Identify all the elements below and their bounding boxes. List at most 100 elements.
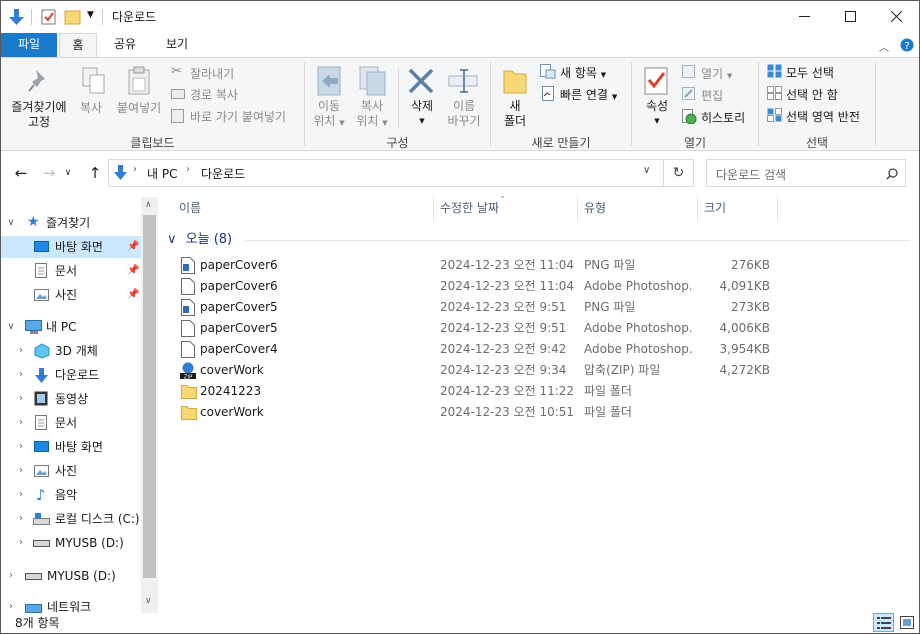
pin-label-line1: 즐겨찾기에 [11, 100, 67, 114]
minimize-icon [799, 16, 810, 17]
file-row[interactable]: paperCover5 2024-12-23 오전 9:51 PNG 파일 27… [177, 297, 777, 318]
nav-qa-documents[interactable]: 문서 📌 [1, 260, 141, 282]
tab-view[interactable]: 보기 [157, 33, 197, 57]
open-button[interactable]: 열기 ▼ [701, 65, 732, 82]
new-folder-button[interactable]: 새 폴더 [500, 99, 530, 129]
minimize-button[interactable] [781, 1, 827, 32]
scroll-down-icon[interactable]: ∨ [145, 596, 152, 606]
tab-share[interactable]: 공유 [105, 33, 145, 57]
copy-button[interactable]: 복사 [80, 99, 102, 116]
back-button[interactable]: ← [10, 161, 32, 185]
nav-local-disk[interactable]: › 로컬 디스크 (C:) [1, 508, 141, 530]
nav-myusb[interactable]: › MYUSB (D:) [1, 565, 141, 587]
customize-dropdown-icon[interactable]: ▼ [87, 10, 94, 20]
select-none-button[interactable]: 선택 안 함 [786, 86, 838, 103]
new-item-button[interactable]: 새 항목 ▼ [560, 64, 606, 81]
new-group-label: 새로 만들기 [531, 136, 591, 150]
file-name: paperCover5 [200, 300, 278, 314]
column-header-name[interactable]: 이름 [179, 197, 201, 221]
back-arrow-icon: ← [14, 164, 28, 182]
address-bar[interactable]: › 내 PC › 다운로드 ∨ [108, 159, 664, 187]
nav-downloads[interactable]: › 다운로드 [1, 364, 141, 386]
invert-selection-button[interactable]: 선택 영역 반전 [786, 108, 860, 125]
forward-button[interactable]: → [38, 161, 60, 185]
scroll-up-icon[interactable]: ∧ [145, 200, 152, 210]
file-row[interactable]: paperCover4 2024-12-23 오전 9:42 Adobe Pho… [177, 339, 777, 360]
file-type: Adobe Photoshop... [584, 279, 694, 293]
new-folder-icon[interactable] [64, 8, 81, 25]
refresh-button[interactable]: ↻ [664, 159, 694, 187]
file-row[interactable]: 20241223 2024-12-23 오전 11:22 파일 폴더 [177, 381, 777, 402]
file-row[interactable]: coverWork 2024-12-23 오전 10:51 파일 폴더 [177, 402, 777, 423]
nav-quick-access[interactable]: ∨ ★ 즐겨찾기 [1, 212, 141, 234]
details-view-button[interactable] [873, 613, 894, 632]
column-header-date[interactable]: 수정한 날짜 [440, 197, 499, 221]
search-input[interactable]: 다운로드 검색 [716, 166, 786, 183]
file-type: PNG 파일 [584, 300, 636, 314]
search-box[interactable]: 다운로드 검색 [706, 159, 906, 187]
large-icons-view-button[interactable] [897, 613, 917, 632]
pin-small-icon[interactable]: 📌 [127, 236, 139, 258]
nav-myusb-pc[interactable]: › MYUSB (D:) [1, 532, 141, 554]
nav-music[interactable]: › ♪ 음악 [1, 484, 141, 506]
nav-network[interactable]: › 네트워크 [1, 596, 141, 613]
cut-button[interactable]: 잘라내기 [190, 65, 234, 82]
nav-pictures[interactable]: › 사진 [1, 460, 141, 482]
nav-3d-objects[interactable]: › 3D 개체 [1, 340, 141, 362]
svg-text:ZIP: ZIP [184, 374, 193, 379]
help-icon[interactable]: ? [900, 38, 914, 52]
select-group-label: 선택 [805, 136, 829, 150]
nav-qa-pictures[interactable]: 사진 📌 [1, 284, 141, 306]
collapsed-chevron-icon: › [19, 369, 23, 380]
desktop-icon [34, 241, 49, 252]
collapsed-chevron-icon: › [19, 345, 23, 356]
move-to-button[interactable]: 이동 위치 ▼ [313, 99, 345, 131]
address-dropdown-icon[interactable]: ∨ [643, 165, 650, 176]
file-row[interactable]: paperCover6 2024-12-23 오전 11:04 PNG 파일 2… [177, 255, 777, 276]
copy-path-button[interactable]: 경로 복사 [190, 86, 238, 103]
column-header-type[interactable]: 유형 [584, 197, 606, 221]
close-button[interactable] [873, 1, 919, 32]
rename-button[interactable]: 이름 바꾸기 [445, 99, 483, 129]
pin-small-icon[interactable]: 📌 [127, 284, 139, 306]
maximize-button[interactable] [827, 1, 873, 32]
scroll-thumb[interactable] [143, 215, 156, 578]
copyto-label-line1: 복사 [360, 99, 384, 113]
copy-to-button[interactable]: 복사 위치 ▼ [356, 99, 388, 131]
copy-to-icon [359, 66, 386, 96]
file-row[interactable]: paperCover5 2024-12-23 오전 9:51 Adobe Pho… [177, 318, 777, 339]
ribbon: 즐겨찾기에 고정 복사 붙여넣기 ✂ 잘라내기 경로 복사 바로 가기 붙여넣기… [1, 57, 919, 151]
easy-access-button[interactable]: 빠른 연결 ▼ [560, 86, 617, 103]
delete-button[interactable]: 삭제 ▼ [407, 99, 437, 129]
expanded-chevron-icon: ∨ [7, 321, 15, 332]
nav-documents[interactable]: › 문서 [1, 412, 141, 434]
nav-videos[interactable]: › 동영상 [1, 388, 141, 410]
tab-file[interactable]: 파일 [1, 33, 57, 57]
properties-icon[interactable] [41, 8, 57, 25]
history-button[interactable]: 히스토리 [701, 109, 745, 126]
group-header-today[interactable]: ∨ 오늘 (8) [167, 230, 232, 250]
cut-icon: ✂ [171, 64, 182, 79]
documents-icon [35, 263, 47, 278]
edit-button[interactable]: 편집 [701, 87, 723, 104]
recent-locations-button[interactable]: ∨ [61, 161, 75, 185]
collapsed-chevron-icon: › [19, 513, 23, 524]
file-row[interactable]: paperCover6 2024-12-23 오전 11:04 Adobe Ph… [177, 276, 777, 297]
nav-qa-desktop[interactable]: 바탕 화면 📌 [1, 236, 141, 258]
column-header-size[interactable]: 크기 [704, 197, 726, 221]
nav-this-pc[interactable]: ∨ 내 PC [1, 316, 141, 338]
breadcrumb-this-pc[interactable]: 내 PC [147, 165, 177, 182]
paste-button[interactable]: 붙여넣기 [117, 99, 161, 116]
nav-scrollbar[interactable]: ∧ ∨ [141, 197, 158, 613]
up-button[interactable]: ↑ [84, 161, 106, 185]
select-all-button[interactable]: 모두 선택 [786, 64, 834, 81]
file-row[interactable]: ZIP coverWork 2024-12-23 오전 9:34 압축(ZIP)… [177, 360, 777, 381]
breadcrumb-downloads[interactable]: 다운로드 [201, 165, 245, 182]
paste-shortcut-button[interactable]: 바로 가기 붙여넣기 [190, 108, 286, 125]
tab-home[interactable]: 홈 [59, 33, 97, 58]
nav-desktop[interactable]: › 바탕 화면 [1, 436, 141, 458]
collapse-ribbon-icon[interactable]: ︿ [879, 39, 889, 54]
pin-to-quick-access-button[interactable]: 즐겨찾기에 고정 [8, 100, 70, 130]
properties-button[interactable]: 속성 ▼ [642, 99, 672, 129]
pin-small-icon[interactable]: 📌 [127, 260, 139, 282]
